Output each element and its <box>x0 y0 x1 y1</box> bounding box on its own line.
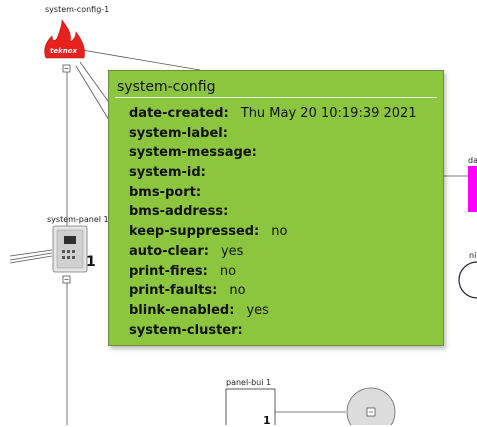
property-value: no <box>271 224 288 240</box>
property-key: system-message: <box>129 145 257 161</box>
property-row: print-faults: no <box>129 281 417 301</box>
property-value: Thu May 20 10:19:39 2021 <box>240 106 417 121</box>
property-row: bms-address: <box>129 202 417 222</box>
property-value: no <box>229 283 246 299</box>
system-config-tooltip: system-config date-created: Thu May 20 10… <box>108 70 444 346</box>
property-row: blink-enabled: yes <box>129 301 417 321</box>
property-key: print-faults: <box>129 283 218 299</box>
property-key: auto-clear: <box>129 243 209 259</box>
property-row: system-id: <box>129 163 417 183</box>
property-key: system-id: <box>129 165 206 181</box>
property-row: bms-port: <box>129 183 417 203</box>
panel-bui-label: panel-bui 1 <box>226 378 272 387</box>
property-value: yes <box>220 243 244 259</box>
tooltip-title: system-config <box>117 79 216 95</box>
logo-text: teknox <box>50 47 78 55</box>
tooltip-divider <box>115 97 437 98</box>
property-key: bms-address: <box>129 204 229 220</box>
property-key: system-label: <box>129 125 228 141</box>
system-panel-count: 1 <box>86 254 96 270</box>
system-panel-label: system-panel 1 <box>47 215 109 224</box>
partial-node-label: ni <box>469 251 477 260</box>
round-node-partial[interactable] <box>458 261 477 299</box>
property-row: keep-suppressed: no <box>129 222 417 242</box>
system-config-label: system-config-1 <box>45 5 110 14</box>
system-panel-node[interactable] <box>52 225 88 284</box>
property-value: no <box>219 263 237 279</box>
property-row: print-fires: no <box>129 262 417 282</box>
tooltip-property-list: date-created: Thu May 20 10:19:39 2021 sy… <box>129 104 417 340</box>
property-row: system-label: <box>129 124 417 144</box>
property-row: system-cluster: <box>129 321 417 341</box>
property-key: blink-enabled: <box>129 302 235 318</box>
panel-bui-count: 1 <box>263 414 271 427</box>
property-key: bms-port: <box>129 184 202 200</box>
property-row: date-created: Thu May 20 10:19:39 2021 <box>129 104 417 124</box>
property-value: yes <box>246 302 269 318</box>
magenta-node[interactable] <box>468 166 477 212</box>
property-key: keep-suppressed: <box>129 224 260 240</box>
property-key: system-cluster: <box>129 322 243 338</box>
circle-node[interactable] <box>346 387 396 425</box>
system-config-node[interactable]: teknox <box>44 19 85 73</box>
property-key: print-fires: <box>129 263 208 279</box>
property-row: system-message: <box>129 143 417 163</box>
property-key: date-created: <box>129 106 229 121</box>
partial-node-label: da <box>468 156 477 165</box>
property-row: auto-clear: yes <box>129 242 417 262</box>
